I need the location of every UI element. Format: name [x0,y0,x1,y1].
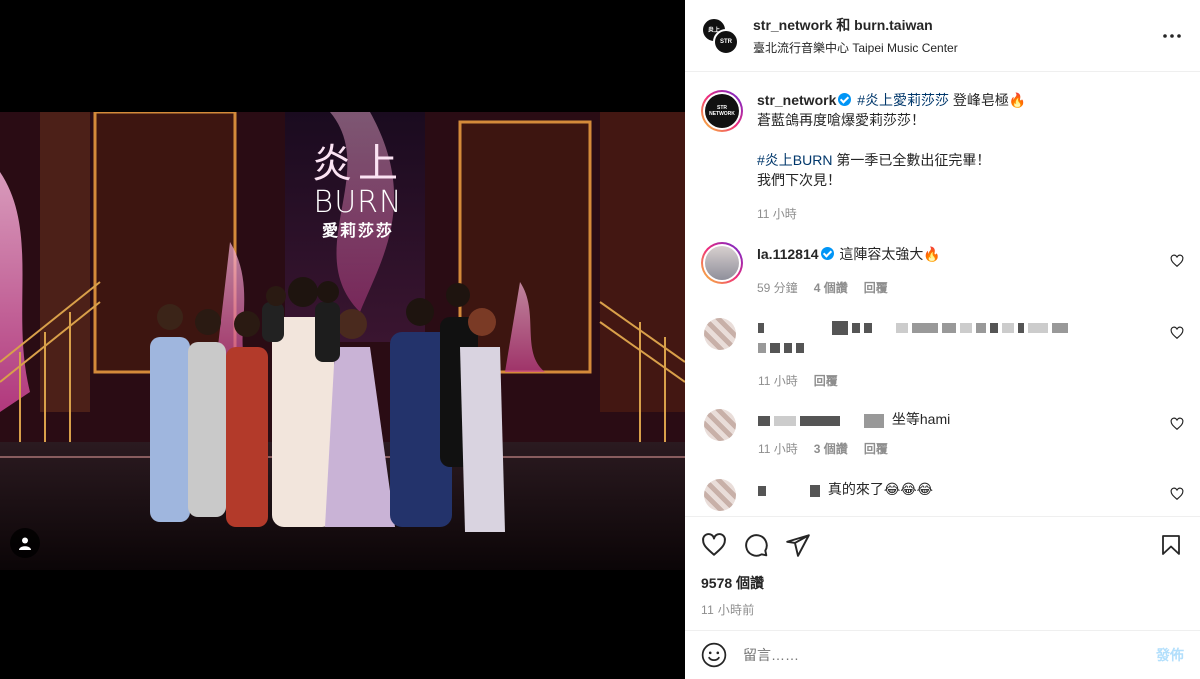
share-button[interactable] [785,532,811,558]
comment-text: 真的來了😂😂😂 [827,481,933,498]
comment-likes[interactable]: 3 個讚 [814,439,848,459]
hashtag-link[interactable]: #炎上BURN [757,152,832,168]
comment-item: 真的來了😂😂😂 [701,479,1184,512]
post-timestamp[interactable]: 11 小時前 [701,601,1184,618]
post-photo[interactable]: 炎上 BURN 愛莉莎莎 [0,112,685,570]
bookmark-icon [1162,535,1180,555]
post-side-panel: 炎上 STR str_network 和 burn.taiwan 臺北流行音樂中… [685,0,1200,679]
avatar-label: STR [720,38,732,45]
comment-item: 11 小時 回覆 [701,318,1184,391]
comment-input[interactable] [743,647,1156,663]
more-icon [1163,33,1181,38]
add-comment-bar: 發佈 [685,630,1200,679]
post-header: 炎上 STR str_network 和 burn.taiwan 臺北流行音樂中… [685,0,1200,72]
reply-button[interactable]: 回覆 [864,439,888,459]
post-comment-button[interactable]: 發佈 [1156,645,1184,665]
comment-body: 坐等hami 11 小時 3 個讚 回覆 [758,409,1184,459]
comment-body: la.112814 這陣容太強大🔥 59 分鐘 4 個讚 回覆 [757,242,1184,298]
caption-username[interactable]: str_network [757,92,836,108]
comment-button[interactable] [743,532,769,558]
save-button[interactable] [1158,532,1184,558]
comment-text-pixelated [758,318,1184,336]
comment-username[interactable]: la.112814 [757,246,819,262]
comment-line: 坐等hami [758,409,1184,429]
verified-badge-icon [820,247,834,260]
action-icons [701,531,1184,559]
comments-list[interactable]: STR NETWORK str_network #炎上愛莉莎莎 登峰皂極🔥 蒼藍… [685,72,1200,516]
comment-likes[interactable]: 4 個讚 [814,278,848,298]
avatar-photo [705,246,739,280]
stage-logo-subtitle: 愛莉莎莎 [321,221,394,240]
emoji-icon[interactable] [701,642,727,668]
like-comment-heart-icon[interactable] [1170,417,1184,431]
caption-time[interactable]: 11 小時 [757,204,797,224]
comment-time[interactable]: 11 小時 [758,439,798,459]
comment-bubble-icon [745,534,768,557]
stage-logo: 炎上 BURN 愛莉莎莎 [298,142,418,242]
comment-meta: 11 小時 3 個讚 回覆 [758,439,1184,459]
caption-line-4: 我們下次見！ [757,172,841,188]
comment-body: 11 小時 回覆 [758,318,1184,391]
like-comment-heart-icon[interactable] [1170,487,1184,501]
comment-item: 坐等hami 11 小時 3 個讚 回覆 [701,409,1184,459]
header-text: str_network 和 burn.taiwan 臺北流行音樂中心 Taipe… [753,15,1160,56]
comment-time[interactable]: 11 小時 [758,371,798,391]
reply-button[interactable]: 回覆 [814,371,838,391]
more-options-button[interactable] [1160,24,1184,48]
like-button[interactable] [701,532,727,558]
avatar-label: STR NETWORK [705,94,739,128]
comment-text-pixelated [758,339,1184,353]
comment-text: 坐等hami [891,411,951,428]
post-dialog: 炎上 BURN 愛莉莎莎 炎上 STR str_network 和 burn.t… [0,0,1200,679]
user-icon [19,537,31,550]
caption: STR NETWORK str_network #炎上愛莉莎莎 登峰皂極🔥 蒼藍… [701,72,1184,224]
like-comment-heart-icon[interactable] [1170,254,1184,268]
stage-logo-title: 炎上 [312,141,404,187]
commenter-avatar-blurred[interactable] [704,409,736,442]
comment-body: 真的來了😂😂😂 [758,479,1184,511]
comment-text: 這陣容太強大🔥 [839,246,941,262]
like-count[interactable]: 9578 個讚 [701,573,1184,593]
avatar-str-network[interactable]: STR [713,28,739,55]
caption-body: str_network #炎上愛莉莎莎 登峰皂極🔥 蒼藍鴿再度嗆爆愛莉莎莎！ #… [757,90,1184,224]
commenter-avatar[interactable] [701,242,743,284]
like-comment-heart-icon[interactable] [1170,326,1184,340]
collab-accounts-link[interactable]: str_network 和 burn.taiwan [753,15,1160,35]
location-link[interactable]: 臺北流行音樂中心 Taipei Music Center [753,39,1160,56]
caption-line-3: #炎上BURN 第一季已全數出征完畢！ [757,150,1184,170]
paper-plane-icon [786,534,810,557]
post-actions: 9578 個讚 11 小時前 [685,516,1200,618]
comment-meta: 59 分鐘 4 個讚 回覆 [757,278,1184,298]
caption-avatar[interactable]: STR NETWORK [701,90,743,132]
hashtag-link[interactable]: #炎上愛莉莎莎 [857,92,949,108]
tagged-users-button[interactable] [10,528,40,558]
comment-time[interactable]: 59 分鐘 [757,278,798,298]
caption-meta: 11 小時 [757,204,1184,224]
verified-badge-icon [838,93,852,106]
collab-avatars[interactable]: 炎上 STR [701,16,739,55]
caption-text: 第一季已全數出征完畢！ [832,152,991,168]
commenter-avatar-blurred[interactable] [704,318,736,350]
reply-button[interactable]: 回覆 [864,278,888,298]
stage-logo-brand: BURN [313,185,403,220]
comment-item: la.112814 這陣容太強大🔥 59 分鐘 4 個讚 回覆 [701,242,1184,298]
caption-line-2: 蒼藍鴿再度嗆爆愛莉莎莎！ [757,112,925,128]
caption-text: 登峰皂極🔥 [949,92,1027,108]
media-area: 炎上 BURN 愛莉莎莎 [0,0,685,679]
commenter-avatar-blurred[interactable] [704,479,736,512]
caption-line-1: str_network #炎上愛莉莎莎 登峰皂極🔥 [757,90,1184,110]
comment-meta: 11 小時 回覆 [758,371,1184,391]
heart-icon [702,533,726,556]
